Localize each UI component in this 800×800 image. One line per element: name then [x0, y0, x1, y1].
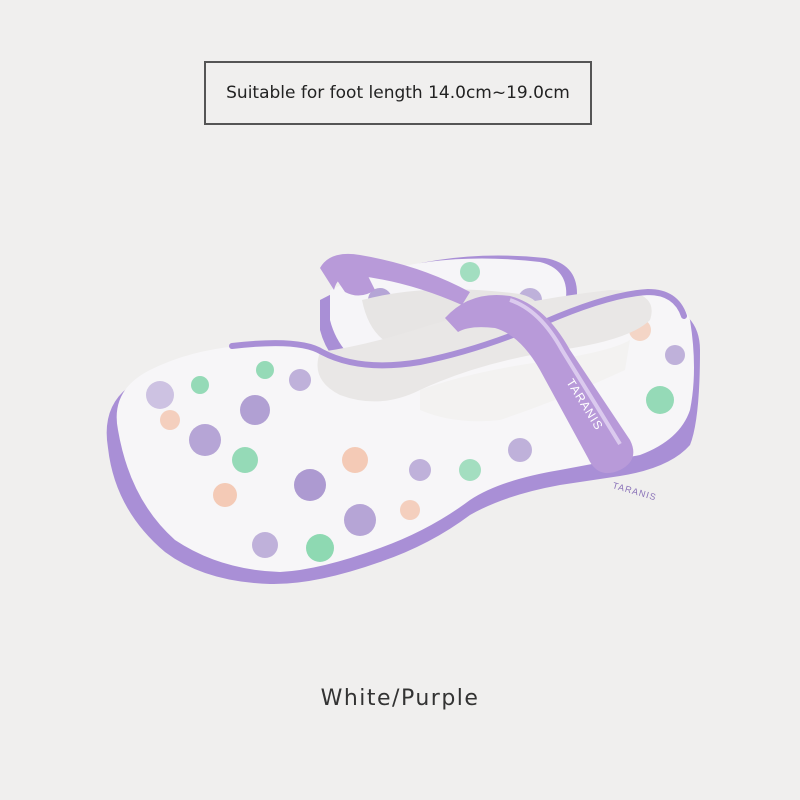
color-caption: White/Purple: [320, 686, 480, 711]
product-photo: TARANIS TARANIS: [106, 253, 700, 585]
sole-logo: TARANIS: [611, 480, 657, 502]
